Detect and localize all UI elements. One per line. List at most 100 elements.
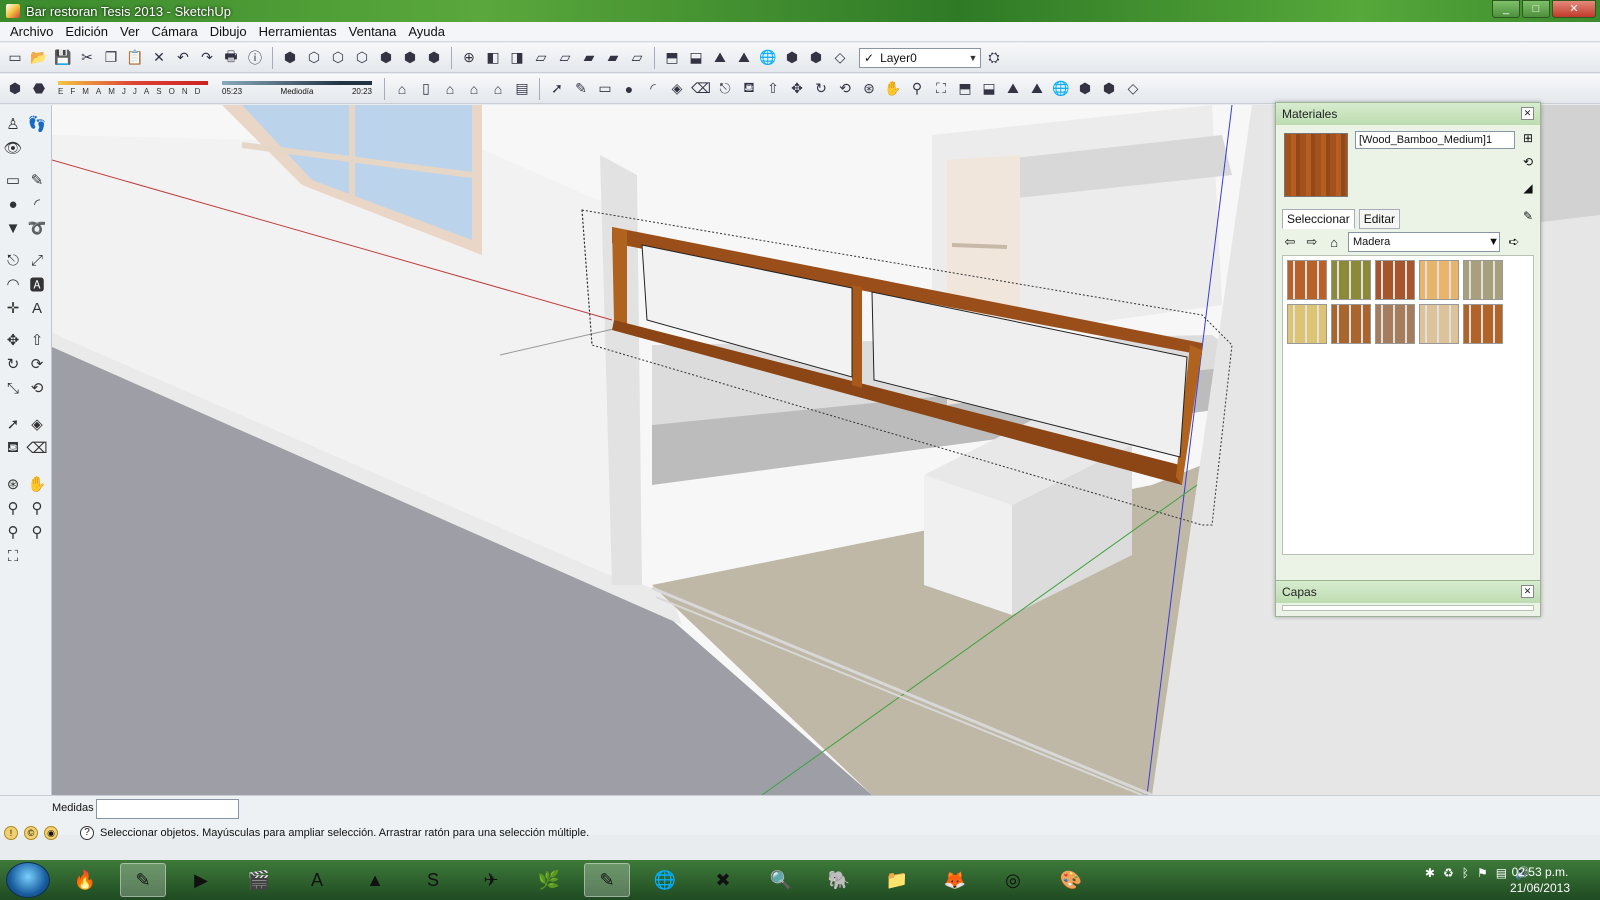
move-icon[interactable]: ✥ [786, 78, 808, 100]
top-view-icon[interactable]: ⬡ [303, 47, 325, 69]
extensions-icon[interactable]: ◇ [829, 47, 851, 69]
axes-icon[interactable]: ✛ [2, 297, 24, 319]
eraser-icon[interactable]: ⌫ [690, 78, 712, 100]
hidden-line-icon[interactable]: ▱ [554, 47, 576, 69]
flag-icon[interactable]: ⚑ [1477, 866, 1488, 880]
print-icon[interactable]: 🖶 [220, 47, 242, 69]
wood-swatch[interactable] [1463, 304, 1503, 344]
details-arrow-icon[interactable]: ➪ [1506, 234, 1522, 250]
wood-swatch[interactable] [1287, 260, 1327, 300]
maximize-button[interactable]: □ [1522, 0, 1550, 18]
select-arrow-icon[interactable]: ➚ [546, 78, 568, 100]
undo-icon[interactable]: ↶ [172, 47, 194, 69]
menu-ayuda[interactable]: Ayuda [402, 24, 451, 39]
zoom-extents-icon[interactable]: ⛶ [2, 545, 24, 567]
window-icon[interactable]: ▤ [511, 78, 533, 100]
house-icon[interactable]: ⌂ [391, 78, 413, 100]
rotate-icon[interactable]: ↻ [810, 78, 832, 100]
pencil-icon[interactable]: ✎ [26, 169, 48, 191]
arc-icon[interactable]: ◜ [26, 193, 48, 215]
google-earth-icon[interactable]: 🌐 [757, 47, 779, 69]
menu-edicion[interactable]: Edición [59, 24, 114, 39]
media-player-icon[interactable]: ▶ [178, 863, 224, 897]
wood-swatch[interactable] [1375, 304, 1415, 344]
get-models-icon[interactable]: ⬓ [978, 78, 1000, 100]
close-icon[interactable]: ✕ [1521, 107, 1534, 120]
copy-icon[interactable]: ❐ [100, 47, 122, 69]
redo-icon[interactable]: ↷ [196, 47, 218, 69]
arc-icon[interactable]: ◜ [642, 78, 664, 100]
share-component-icon[interactable]: ⬢ [805, 47, 827, 69]
wood-swatch[interactable] [1287, 304, 1327, 344]
dimension-icon[interactable]: ⤢ [26, 249, 48, 271]
new-file-icon[interactable]: ▭ [4, 47, 26, 69]
tab-editar[interactable]: Editar [1358, 209, 1401, 229]
monochrome-icon[interactable]: ▱ [626, 47, 648, 69]
tray-icon[interactable]: ✱ [1425, 866, 1435, 880]
menu-archivo[interactable]: Archivo [4, 24, 59, 39]
orbit-icon[interactable]: ⊛ [2, 473, 24, 495]
house-outline-icon[interactable]: ⌂ [487, 78, 509, 100]
zoom-icon[interactable]: ⚲ [2, 497, 24, 519]
open-file-icon[interactable]: 📂 [28, 47, 50, 69]
tape-measure-icon[interactable]: ⎋ [714, 78, 736, 100]
get-models-icon[interactable]: ⬒ [661, 47, 683, 69]
door-icon[interactable]: ▯ [415, 78, 437, 100]
look-around-icon[interactable]: 👁 [2, 137, 24, 159]
layer-manager-icon[interactable]: ⛭ [983, 47, 1005, 69]
orbit-icon[interactable]: ⊛ [858, 78, 880, 100]
rectangle-icon[interactable]: ▭ [594, 78, 616, 100]
next-view-icon[interactable]: ⚲ [26, 521, 48, 543]
rotate-icon[interactable]: ↻ [2, 353, 24, 375]
scale-icon[interactable]: ⤡ [2, 377, 24, 399]
delete-icon[interactable]: ✕ [148, 47, 170, 69]
forward-arrow-icon[interactable]: ⇨ [1304, 234, 1320, 250]
user-icon[interactable]: ◉ [44, 826, 58, 840]
make-component-icon[interactable]: ◈ [26, 413, 48, 435]
zoom-icon[interactable]: ⚲ [906, 78, 928, 100]
offset-icon[interactable]: ⟲ [834, 78, 856, 100]
bluetooth-icon[interactable]: ᛒ [1462, 866, 1469, 880]
follow-me-icon[interactable]: ⟳ [26, 353, 48, 375]
material-name-field[interactable]: [Wood_Bamboo_Medium]1 [1355, 131, 1515, 149]
push-pull-icon[interactable]: ⇧ [762, 78, 784, 100]
reset-color-icon[interactable]: ⟲ [1520, 155, 1536, 171]
magnifier-icon[interactable]: 🔍 [758, 863, 804, 897]
previous-view-icon[interactable]: ⚲ [2, 521, 24, 543]
sketchup-task-icon[interactable]: ✎ [120, 863, 166, 897]
paste-icon[interactable]: 📋 [124, 47, 146, 69]
xray-icon[interactable]: ⬢ [423, 47, 445, 69]
add-location-icon[interactable]: ⛰ [1002, 78, 1024, 100]
wood-swatch[interactable] [1375, 260, 1415, 300]
photo-texture-icon[interactable]: ⬒ [954, 78, 976, 100]
help-icon[interactable]: ? [80, 826, 94, 840]
zoom-window-icon[interactable]: ⚲ [26, 497, 48, 519]
back-arrow-icon[interactable]: ⇦ [1282, 234, 1298, 250]
wood-swatch[interactable] [1419, 304, 1459, 344]
pan-icon[interactable]: ✋ [26, 473, 48, 495]
shaded-icon[interactable]: ▰ [578, 47, 600, 69]
video-editor-icon[interactable]: 🎬 [236, 863, 282, 897]
chrome-icon[interactable]: ◎ [990, 863, 1036, 897]
terrain-icon[interactable]: ⛰ [1026, 78, 1048, 100]
pencil-icon[interactable]: ✎ [570, 78, 592, 100]
tools-icon[interactable]: ✖ [700, 863, 746, 897]
paint-bucket-icon[interactable]: ⛾ [2, 437, 24, 459]
display-shadows-icon[interactable]: ⬣ [28, 78, 50, 100]
left-view-icon[interactable]: ⬢ [399, 47, 421, 69]
sketchup-active-icon[interactable]: ✎ [584, 863, 630, 897]
firefox-icon[interactable]: 🦊 [932, 863, 978, 897]
pan-icon[interactable]: ✋ [882, 78, 904, 100]
tape-measure-icon[interactable]: ⎋ [2, 249, 24, 271]
material-preview[interactable] [1284, 133, 1348, 197]
model-info-icon[interactable]: ⓘ [244, 47, 266, 69]
menu-ventana[interactable]: Ventana [343, 24, 403, 39]
push-pull-icon[interactable]: ⇧ [26, 329, 48, 351]
google-earth-icon[interactable]: 🌐 [1050, 78, 1072, 100]
wood-swatch[interactable] [1463, 260, 1503, 300]
geolocation-icon[interactable]: ! [4, 826, 18, 840]
position-camera-icon[interactable]: ♙ [2, 113, 24, 135]
wireframe-icon[interactable]: ▱ [530, 47, 552, 69]
close-icon[interactable]: ✕ [1521, 585, 1534, 598]
make-component-icon[interactable]: ◈ [666, 78, 688, 100]
